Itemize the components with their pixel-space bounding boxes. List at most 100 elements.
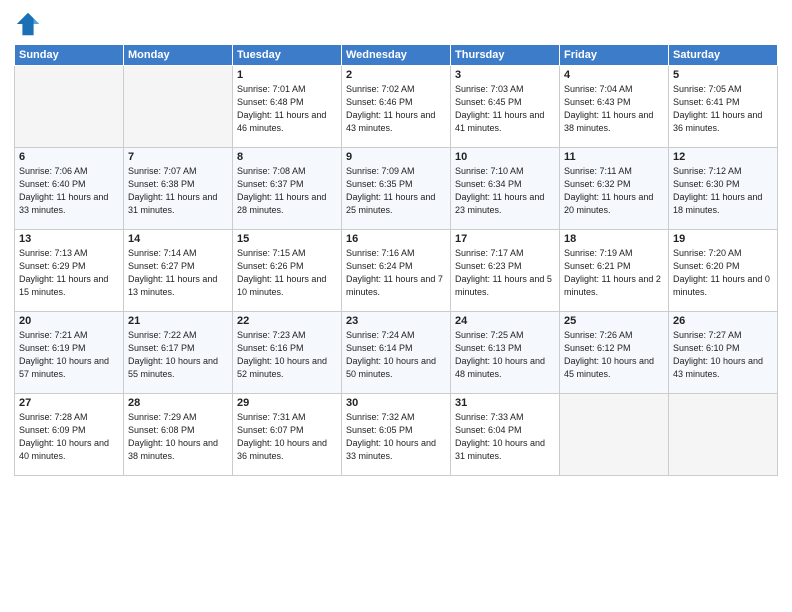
day-number: 3 [455,69,555,81]
day-number: 9 [346,151,446,163]
day-info: Sunrise: 7:27 AM Sunset: 6:10 PM Dayligh… [673,329,773,381]
weekday-header-monday: Monday [124,45,233,66]
day-number: 10 [455,151,555,163]
day-number: 25 [564,315,664,327]
day-info: Sunrise: 7:25 AM Sunset: 6:13 PM Dayligh… [455,329,555,381]
day-info: Sunrise: 7:24 AM Sunset: 6:14 PM Dayligh… [346,329,446,381]
day-info: Sunrise: 7:06 AM Sunset: 6:40 PM Dayligh… [19,165,119,217]
calendar-week-5: 27 Sunrise: 7:28 AM Sunset: 6:09 PM Dayli… [15,394,778,476]
day-info: Sunrise: 7:31 AM Sunset: 6:07 PM Dayligh… [237,411,337,463]
calendar-cell: 24 Sunrise: 7:25 AM Sunset: 6:13 PM Dayli… [451,312,560,394]
calendar-cell: 27 Sunrise: 7:28 AM Sunset: 6:09 PM Dayli… [15,394,124,476]
calendar-week-3: 13 Sunrise: 7:13 AM Sunset: 6:29 PM Dayli… [15,230,778,312]
day-number: 23 [346,315,446,327]
calendar-cell: 21 Sunrise: 7:22 AM Sunset: 6:17 PM Dayli… [124,312,233,394]
day-number: 5 [673,69,773,81]
day-number: 22 [237,315,337,327]
day-info: Sunrise: 7:03 AM Sunset: 6:45 PM Dayligh… [455,83,555,135]
calendar-cell: 17 Sunrise: 7:17 AM Sunset: 6:23 PM Dayli… [451,230,560,312]
day-info: Sunrise: 7:10 AM Sunset: 6:34 PM Dayligh… [455,165,555,217]
day-number: 29 [237,397,337,409]
logo [14,10,44,38]
weekday-header-sunday: Sunday [15,45,124,66]
calendar-cell: 20Sunrise: 7:21 AM Sunset: 6:19 PM Dayli… [15,312,124,394]
day-number: 21 [128,315,228,327]
calendar-cell: 11 Sunrise: 7:11 AM Sunset: 6:32 PM Dayli… [560,148,669,230]
day-info: Sunrise: 7:28 AM Sunset: 6:09 PM Dayligh… [19,411,119,463]
calendar-cell: 26Sunrise: 7:27 AM Sunset: 6:10 PM Dayli… [669,312,778,394]
day-number: 31 [455,397,555,409]
calendar-cell: 9 Sunrise: 7:09 AM Sunset: 6:35 PM Daylig… [342,148,451,230]
calendar-week-1: 1 Sunrise: 7:01 AM Sunset: 6:48 PM Daylig… [15,66,778,148]
day-number: 24 [455,315,555,327]
calendar-cell [560,394,669,476]
calendar-cell: 12 Sunrise: 7:12 AM Sunset: 6:30 PM Dayli… [669,148,778,230]
day-number: 16 [346,233,446,245]
day-info: Sunrise: 7:17 AM Sunset: 6:23 PM Dayligh… [455,247,555,299]
calendar-week-4: 20Sunrise: 7:21 AM Sunset: 6:19 PM Dayli… [15,312,778,394]
day-number: 2 [346,69,446,81]
calendar-cell: 8 Sunrise: 7:08 AM Sunset: 6:37 PM Daylig… [233,148,342,230]
calendar-cell: 6 Sunrise: 7:06 AM Sunset: 6:40 PM Daylig… [15,148,124,230]
day-info: Sunrise: 7:02 AM Sunset: 6:46 PM Dayligh… [346,83,446,135]
day-number: 19 [673,233,773,245]
page: SundayMondayTuesdayWednesdayThursdayFrid… [0,0,792,612]
day-number: 6 [19,151,119,163]
day-number: 12 [673,151,773,163]
day-info: Sunrise: 7:19 AM Sunset: 6:21 PM Dayligh… [564,247,664,299]
day-info: Sunrise: 7:12 AM Sunset: 6:30 PM Dayligh… [673,165,773,217]
calendar-cell [124,66,233,148]
calendar-cell: 28Sunrise: 7:29 AM Sunset: 6:08 PM Dayli… [124,394,233,476]
day-number: 1 [237,69,337,81]
day-info: Sunrise: 7:21 AM Sunset: 6:19 PM Dayligh… [19,329,119,381]
calendar-cell: 10 Sunrise: 7:10 AM Sunset: 6:34 PM Dayli… [451,148,560,230]
calendar-cell: 3 Sunrise: 7:03 AM Sunset: 6:45 PM Daylig… [451,66,560,148]
calendar-cell: 13 Sunrise: 7:13 AM Sunset: 6:29 PM Dayli… [15,230,124,312]
day-info: Sunrise: 7:04 AM Sunset: 6:43 PM Dayligh… [564,83,664,135]
day-info: Sunrise: 7:05 AM Sunset: 6:41 PM Dayligh… [673,83,773,135]
calendar-cell: 29 Sunrise: 7:31 AM Sunset: 6:07 PM Dayli… [233,394,342,476]
calendar: SundayMondayTuesdayWednesdayThursdayFrid… [14,44,778,476]
day-number: 13 [19,233,119,245]
calendar-cell: 31Sunrise: 7:33 AM Sunset: 6:04 PM Dayli… [451,394,560,476]
day-info: Sunrise: 7:07 AM Sunset: 6:38 PM Dayligh… [128,165,228,217]
day-number: 18 [564,233,664,245]
calendar-cell: 22 Sunrise: 7:23 AM Sunset: 6:16 PM Dayli… [233,312,342,394]
day-number: 7 [128,151,228,163]
day-number: 14 [128,233,228,245]
day-info: Sunrise: 7:22 AM Sunset: 6:17 PM Dayligh… [128,329,228,381]
calendar-cell: 1 Sunrise: 7:01 AM Sunset: 6:48 PM Daylig… [233,66,342,148]
weekday-header-saturday: Saturday [669,45,778,66]
calendar-week-2: 6 Sunrise: 7:06 AM Sunset: 6:40 PM Daylig… [15,148,778,230]
calendar-cell: 2 Sunrise: 7:02 AM Sunset: 6:46 PM Daylig… [342,66,451,148]
day-info: Sunrise: 7:01 AM Sunset: 6:48 PM Dayligh… [237,83,337,135]
day-info: Sunrise: 7:13 AM Sunset: 6:29 PM Dayligh… [19,247,119,299]
day-number: 17 [455,233,555,245]
day-info: Sunrise: 7:09 AM Sunset: 6:35 PM Dayligh… [346,165,446,217]
day-number: 8 [237,151,337,163]
calendar-cell: 4 Sunrise: 7:04 AM Sunset: 6:43 PM Daylig… [560,66,669,148]
day-info: Sunrise: 7:23 AM Sunset: 6:16 PM Dayligh… [237,329,337,381]
day-info: Sunrise: 7:16 AM Sunset: 6:24 PM Dayligh… [346,247,446,299]
weekday-header-wednesday: Wednesday [342,45,451,66]
day-number: 11 [564,151,664,163]
calendar-cell: 7 Sunrise: 7:07 AM Sunset: 6:38 PM Daylig… [124,148,233,230]
day-info: Sunrise: 7:11 AM Sunset: 6:32 PM Dayligh… [564,165,664,217]
day-info: Sunrise: 7:26 AM Sunset: 6:12 PM Dayligh… [564,329,664,381]
calendar-header-row: SundayMondayTuesdayWednesdayThursdayFrid… [15,45,778,66]
day-info: Sunrise: 7:15 AM Sunset: 6:26 PM Dayligh… [237,247,337,299]
calendar-cell: 19Sunrise: 7:20 AM Sunset: 6:20 PM Dayli… [669,230,778,312]
day-info: Sunrise: 7:14 AM Sunset: 6:27 PM Dayligh… [128,247,228,299]
logo-icon [14,10,42,38]
day-number: 27 [19,397,119,409]
day-number: 4 [564,69,664,81]
calendar-cell: 14 Sunrise: 7:14 AM Sunset: 6:27 PM Dayli… [124,230,233,312]
day-info: Sunrise: 7:32 AM Sunset: 6:05 PM Dayligh… [346,411,446,463]
day-number: 30 [346,397,446,409]
calendar-cell: 15Sunrise: 7:15 AM Sunset: 6:26 PM Dayli… [233,230,342,312]
day-info: Sunrise: 7:29 AM Sunset: 6:08 PM Dayligh… [128,411,228,463]
day-info: Sunrise: 7:08 AM Sunset: 6:37 PM Dayligh… [237,165,337,217]
calendar-cell [669,394,778,476]
calendar-cell: 16 Sunrise: 7:16 AM Sunset: 6:24 PM Dayli… [342,230,451,312]
calendar-cell: 5 Sunrise: 7:05 AM Sunset: 6:41 PM Daylig… [669,66,778,148]
